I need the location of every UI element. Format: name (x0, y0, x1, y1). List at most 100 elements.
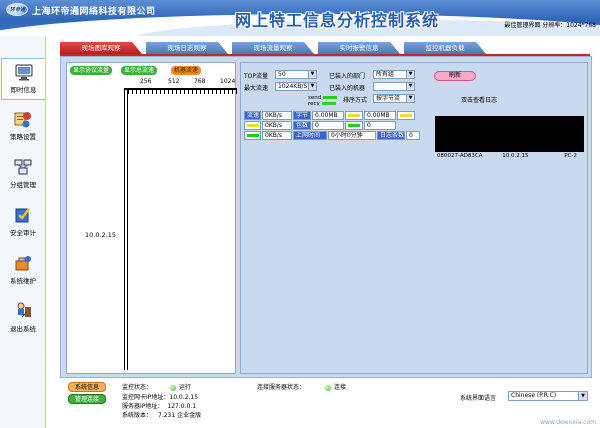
send-recv-legend: send recv (308, 95, 338, 107)
speed-swatch (244, 121, 261, 130)
policy-icon (13, 109, 33, 129)
app-header: 环帝通 上海环帝通网络科技有限公司 网上特工信息分析控制系统 最佳管理界面 分辨… (0, 0, 600, 36)
sort-select[interactable]: 按字节流 ▼ (373, 94, 415, 103)
language-value: Chinese (P.R.C) (511, 392, 557, 399)
online-time-value: 0小时0分钟 (328, 131, 376, 140)
nic-ip-label: 监控网卡IP地址： (122, 394, 170, 401)
chevron-down-icon[interactable]: ▼ (406, 71, 414, 78)
tab-live-logs[interactable]: 现场日志观察 (146, 42, 228, 54)
sidebar-item-label: 分组管理 (10, 181, 36, 189)
tab-machine-load[interactable]: 监控机器负载 (404, 42, 486, 54)
dblclick-hint: 双击查看日志 (461, 97, 498, 104)
show-total-speed-button[interactable]: 显示总流速 (121, 66, 158, 75)
top-traffic-select[interactable]: 50 ▼ (275, 70, 317, 79)
server-ip: 服务器IP地址： 127.0.0.1 (122, 401, 196, 410)
sidebar-item-realtime[interactable]: 即时信息 (1, 58, 45, 100)
sidebar-item-maintenance[interactable]: 系统维护 (1, 250, 45, 292)
sidebar-item-label: 即时信息 (10, 86, 37, 94)
bytes-header: 字节 (293, 111, 311, 120)
tab-live-images[interactable]: 现场图库观察 (60, 42, 142, 54)
machine-select[interactable]: ▼ (373, 82, 415, 91)
packets-value: 0 (312, 121, 344, 130)
bytes-swatch-2 (397, 111, 415, 120)
watermark: www.downxia.com (540, 419, 596, 426)
send-bar (323, 96, 338, 99)
dept-value: 所有组 (376, 71, 395, 78)
dept-select[interactable]: 所有组 ▼ (373, 70, 415, 79)
conn-state-label: 连接服务器状态： (257, 384, 306, 391)
content-area: 显示协议流量 显示总流速 机器流速 256 512 768 1024 10.0.… (60, 56, 592, 378)
show-protocol-traffic-button[interactable]: 显示协议流量 (70, 66, 113, 75)
system-info-button[interactable]: 系统信息 (68, 382, 106, 392)
sidebar-item-label: 退出系统 (10, 325, 36, 333)
scale-label: 1024 (220, 78, 236, 85)
sort-value: 按字节流 (376, 95, 401, 102)
packets-swatch (345, 121, 363, 130)
sidebar-item-group[interactable]: 分组管理 (1, 154, 45, 196)
packets-header: 包数 (293, 121, 311, 130)
log-count-header: 日志条数 (377, 131, 405, 140)
sidebar-item-label: 安全审计 (10, 229, 36, 237)
speed-swatch-2 (244, 131, 261, 140)
vertical-axis (124, 88, 128, 370)
max-speed-label: 最大流速 (244, 85, 269, 92)
nic-ip: 监控网卡IP地址：10.0.2.15 (122, 392, 198, 401)
log-count-value: 0 (406, 131, 420, 140)
sidebar: 即时信息 策略设置 分组管理 安全审计 系统维护 退出系统 (0, 36, 46, 428)
max-speed-value: 1024KB/S (278, 83, 308, 90)
chevron-down-icon[interactable]: ▼ (578, 392, 587, 400)
scale-label: 512 (168, 78, 180, 85)
status-bar: 系统信息 管理连接 监控状态： 运行 监控网卡IP地址：10.0.2.15 服务… (60, 378, 592, 426)
traffic-monitor-panel: 显示协议流量 显示总流速 机器流速 256 512 768 1024 10.0.… (66, 62, 237, 374)
bytes-value: 0.00MB (312, 111, 344, 120)
maintenance-icon (13, 253, 33, 273)
resolution-hint: 最佳管理界面 分辨率：1024*768 (504, 22, 596, 29)
refresh-button[interactable]: 刷新 (434, 71, 476, 81)
admin-connect-button[interactable]: 管理连接 (68, 394, 106, 404)
speed-value-2: 0KB/s (262, 121, 292, 130)
speed-value: 0KB/s (262, 111, 292, 120)
group-icon (13, 157, 33, 177)
sidebar-item-exit[interactable]: 退出系统 (1, 298, 45, 340)
chevron-down-icon[interactable]: ▼ (308, 71, 316, 78)
online-time-header: 上网时间 (293, 131, 327, 140)
tab-live-traffic[interactable]: 现场流量观察 (232, 42, 314, 54)
machine-info[interactable]: 080027-AD83CA 10.0.2.15 PC-2 (437, 153, 577, 159)
chevron-down-icon[interactable]: ▼ (406, 95, 414, 102)
traffic-detail-panel: TOP流量 50 ▼ 最大流速 1024KB/S ▼ 已装入的部门 所有组 ▼ 已装入… (240, 62, 588, 374)
exit-icon (13, 301, 33, 321)
sidebar-item-audit[interactable]: 安全审计 (1, 202, 45, 244)
server-ip-label: 服务器IP地址： (122, 403, 164, 410)
monitored-ip: 10.0.2.15 (85, 231, 117, 239)
status-ok-icon (169, 384, 179, 391)
bytes-value-2: 0.00MB (364, 111, 396, 120)
top-traffic-value: 50 (278, 71, 286, 78)
sidebar-item-policy[interactable]: 策略设置 (1, 106, 45, 148)
status-ok-icon (324, 384, 334, 391)
conn-state-value: 连接 (333, 384, 346, 391)
system-title: 网上特工信息分析控制系统 (235, 11, 440, 30)
version-value: 7.231 企业金版 (158, 412, 202, 419)
sort-label: 排序方式 (343, 97, 368, 104)
tab-realtime-alerts[interactable]: 实时报警信息 (318, 42, 400, 54)
machine-mac: 080027-AD83CA (437, 153, 483, 159)
chevron-down-icon[interactable]: ▼ (308, 83, 316, 90)
recv-label: recv (308, 101, 320, 107)
scale-label: 768 (194, 78, 206, 85)
top-traffic-label: TOP流量 (244, 73, 269, 80)
machine-name: PC-2 (564, 153, 577, 159)
chevron-down-icon[interactable]: ▼ (406, 83, 414, 90)
language-select[interactable]: Chinese (P.R.C) ▼ (508, 391, 588, 401)
packets-value-2: 0 (364, 121, 396, 130)
monitor-state-value: 运行 (178, 384, 191, 391)
scale-label: 256 (140, 78, 152, 85)
nic-ip-value: 10.0.2.15 (169, 394, 199, 401)
monitor-state-label: 监控状态： (122, 384, 153, 391)
max-speed-select[interactable]: 1024KB/S ▼ (275, 82, 317, 91)
language-label: 系统界面语言 (460, 395, 497, 402)
connection-state: 连接服务器状态： 连接 (257, 382, 346, 391)
dept-label: 已装入的部门 (329, 73, 366, 80)
machine-screen[interactable] (435, 116, 584, 152)
machine-speed-button[interactable]: 机器流速 (171, 66, 202, 75)
recv-bar (321, 102, 336, 105)
